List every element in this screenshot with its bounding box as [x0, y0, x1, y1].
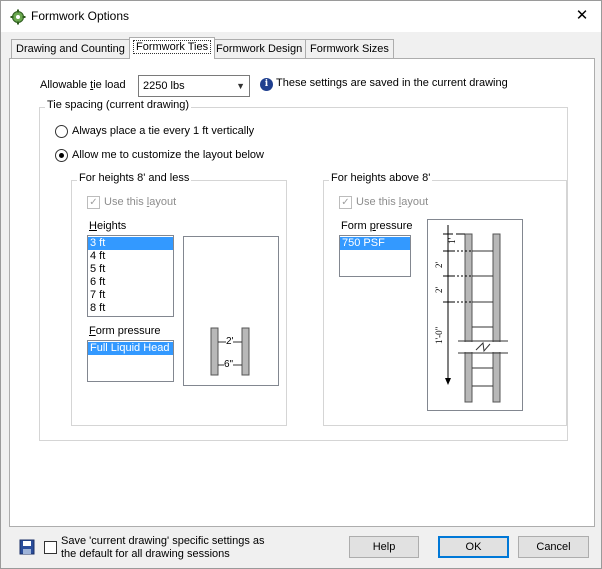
low-diagram-top-dim: 2' — [226, 336, 234, 347]
high-use-layout-label: Use this layout — [356, 196, 429, 208]
info-text: These settings are saved in the current … — [276, 77, 508, 89]
ok-button[interactable]: OK — [438, 536, 509, 558]
high-dim-bottom: 1'-0" — [434, 326, 444, 344]
high-dim-mid1: 2' — [434, 262, 444, 269]
help-button[interactable]: Help — [349, 536, 419, 558]
high-dim-top: 1' — [447, 238, 457, 245]
formwork-ties-panel: Allowable tie load 2250 lbs ▼ i These se… — [9, 58, 595, 527]
tie-spacing-label: Tie spacing (current drawing) — [45, 99, 192, 111]
list-item[interactable]: 3 ft — [88, 237, 173, 250]
tab-formwork-ties[interactable]: Formwork Ties — [129, 37, 216, 59]
low-form-pressure-label: Form pressure — [89, 325, 161, 337]
heights-listbox[interactable]: 3 ft 4 ft 5 ft 6 ft 7 ft 8 ft — [87, 235, 174, 317]
tie-load-label: Allowable tie load — [40, 79, 126, 91]
window-title: Formwork Options — [31, 9, 130, 23]
low-form-pressure-listbox[interactable]: Full Liquid Head — [87, 340, 174, 382]
info-icon: i — [260, 78, 273, 91]
save-default-label: Save 'current drawing' specific settings… — [61, 535, 265, 560]
low-use-layout-label: Use this layout — [104, 196, 177, 208]
low-tie-diagram: 2' 6" — [183, 236, 279, 386]
list-item[interactable]: 8 ft — [88, 302, 173, 315]
list-item[interactable]: 6 ft — [88, 276, 173, 289]
cancel-button[interactable]: Cancel — [518, 536, 589, 558]
tab-formwork-design[interactable]: Formwork Design — [211, 39, 308, 58]
high-tie-diagram-drawing: 1' 2' 2' 1'-0" — [434, 225, 508, 403]
list-item[interactable]: 4 ft — [88, 250, 173, 263]
high-use-layout-checkbox[interactable]: ✓ — [339, 196, 352, 209]
low-diagram-bottom-dim: 6" — [224, 359, 234, 370]
title-bar: Formwork Options ✕ — [1, 1, 601, 32]
tab-formwork-sizes[interactable]: Formwork Sizes — [305, 39, 394, 58]
radio-always-place-tie[interactable] — [55, 125, 68, 138]
tab-drawing-and-counting[interactable]: Drawing and Counting — [11, 39, 130, 58]
low-use-layout-checkbox[interactable]: ✓ — [87, 196, 100, 209]
formwork-options-dialog: Formwork Options ✕ Drawing and Counting … — [0, 0, 602, 569]
high-dim-mid2: 2' — [434, 287, 444, 294]
option-customize-layout-label: Allow me to customize the layout below — [72, 149, 264, 161]
option-always-place-tie-label: Always place a tie every 1 ft vertically — [72, 125, 255, 137]
gear-app-icon — [10, 9, 26, 25]
high-tie-diagram: 1' 2' 2' 1'-0" — [427, 219, 523, 411]
low-heights-label: For heights 8' and less — [77, 172, 192, 184]
save-disk-icon — [19, 539, 35, 555]
heights-label: Heights — [89, 220, 127, 232]
list-item[interactable]: 7 ft — [88, 289, 173, 302]
list-item[interactable]: Full Liquid Head — [88, 342, 173, 355]
save-default-checkbox[interactable] — [44, 541, 57, 554]
list-item[interactable]: 750 PSF — [340, 237, 410, 250]
high-form-pressure-listbox[interactable]: 750 PSF — [339, 235, 411, 277]
high-heights-label: For heights above 8' — [329, 172, 433, 184]
high-form-pressure-label: Form pressure — [341, 220, 413, 232]
tie-load-select[interactable]: 2250 lbs ▼ — [138, 75, 250, 97]
chevron-down-icon: ▼ — [236, 81, 245, 91]
close-icon[interactable]: ✕ — [569, 5, 595, 27]
list-item[interactable]: 5 ft — [88, 263, 173, 276]
radio-customize-layout[interactable] — [55, 149, 68, 162]
